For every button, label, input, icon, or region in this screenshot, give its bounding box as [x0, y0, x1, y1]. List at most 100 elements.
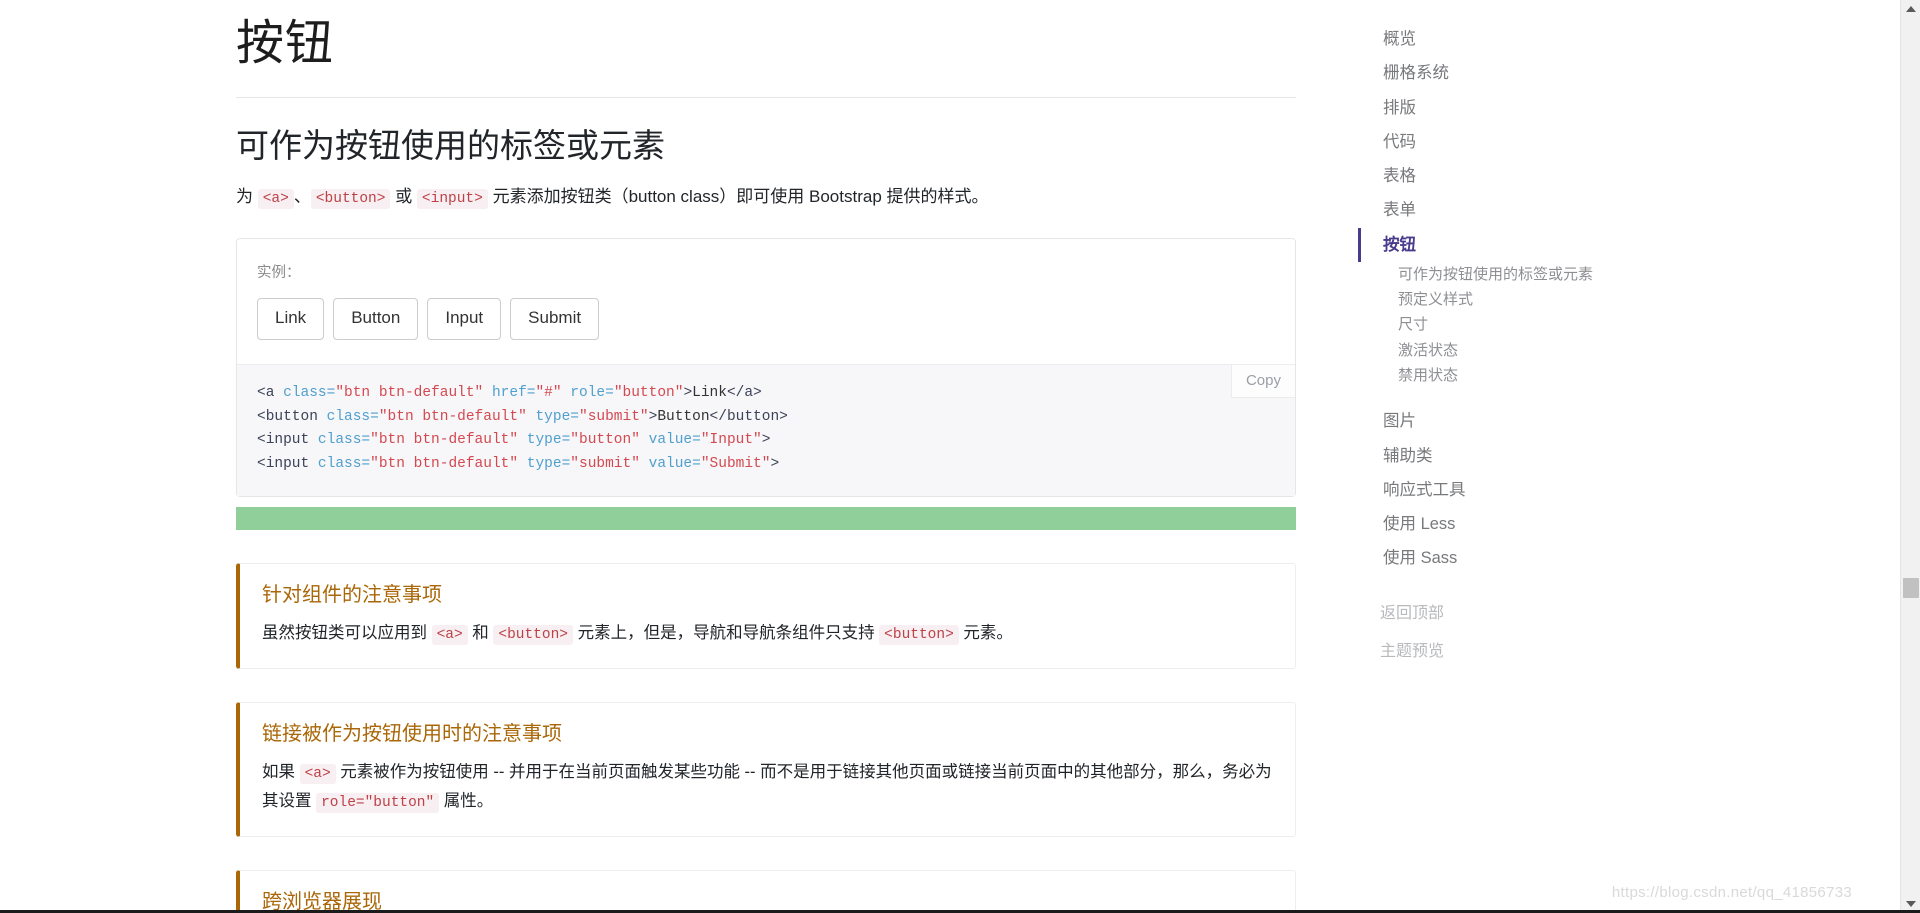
scrollbar-thumb[interactable]: [1903, 578, 1919, 598]
code-token-val: "submit": [570, 456, 648, 472]
code-token-val: "btn btn-default": [370, 456, 527, 472]
example-label: 实例：: [257, 261, 1275, 282]
nav-sub-list: 可作为按钮使用的标签或元素预定义样式尺寸激活状态禁用状态: [1358, 262, 1678, 388]
example-button-link[interactable]: Link: [257, 298, 324, 340]
nav-item-3[interactable]: 代码: [1358, 125, 1678, 159]
callout-text: 元素上，但是，导航和导航条组件只支持: [573, 624, 879, 642]
nav-item-2[interactable]: 排版: [1358, 91, 1678, 125]
nav-subitem-1[interactable]: 预定义样式: [1358, 287, 1678, 312]
code-token-attr: class=: [327, 409, 379, 425]
nav-item-1[interactable]: 栅格系统: [1358, 56, 1678, 90]
nav-primary-list: 概览栅格系统排版代码表格表单按钮: [1358, 22, 1678, 262]
nav-item-6[interactable]: 按钮: [1358, 228, 1678, 262]
code-token-tag: >: [683, 385, 692, 401]
code-token-tag: <button: [257, 409, 327, 425]
code-token-val: "submit": [579, 409, 649, 425]
example-button-row: LinkButtonInputSubmit: [257, 298, 1275, 340]
table-of-contents-nav: 概览栅格系统排版代码表格表单按钮 可作为按钮使用的标签或元素预定义样式尺寸激活状…: [1358, 22, 1678, 668]
callout-text: 和: [468, 624, 494, 642]
inline-code: role="button": [316, 793, 439, 813]
nav-item-after-2[interactable]: 响应式工具: [1358, 473, 1678, 507]
callout-text: 如果: [262, 763, 300, 781]
inline-code-input: <input>: [417, 189, 488, 209]
nav-footer-1[interactable]: 主题预览: [1358, 630, 1678, 668]
nav-spacer-2: [1358, 576, 1678, 592]
intro-sep-1: 、: [294, 187, 311, 206]
code-token-tag: <input: [257, 456, 318, 472]
code-token-tag: >: [762, 432, 771, 448]
code-line: <input class="btn btn-default" type="but…: [257, 432, 770, 448]
nav-item-after-4[interactable]: 使用 Sass: [1358, 541, 1678, 575]
code-token-val: "#": [535, 385, 570, 401]
example-button-submit[interactable]: Submit: [510, 298, 599, 340]
intro-text-after: 元素添加按钮类（button class）即可使用 Bootstrap 提供的样…: [488, 187, 989, 206]
documentation-page: 按钮 可作为按钮使用的标签或元素 为 <a>、<button> 或 <input…: [0, 0, 1920, 913]
inline-code: <button>: [879, 625, 959, 645]
nav-subitem-2[interactable]: 尺寸: [1358, 312, 1678, 337]
callout-body: 虽然按钮类可以应用到 <a> 和 <button> 元素上，但是，导航和导航条组…: [262, 619, 1273, 648]
watermark-text: https://blog.csdn.net/qq_41856733: [1612, 884, 1852, 901]
code-token-attr: type=: [527, 456, 571, 472]
code-token-val: "Input": [701, 432, 762, 448]
nav-subitem-0[interactable]: 可作为按钮使用的标签或元素: [1358, 262, 1678, 287]
nav-item-after-0[interactable]: 图片: [1358, 404, 1678, 438]
code-token-text: Button: [657, 409, 709, 425]
nav-spacer: [1358, 388, 1678, 404]
example-button-button[interactable]: Button: [333, 298, 418, 340]
green-highlight-bar: [236, 507, 1296, 530]
nav-footer-0[interactable]: 返回顶部: [1358, 592, 1678, 630]
nav-footer-list: 返回顶部主题预览: [1358, 592, 1678, 668]
callout-box: 跨浏览器展现我们总结的最佳实践是：强烈建议尽可能使用 <button> 元素来获…: [236, 870, 1296, 913]
scroll-up-arrow-icon[interactable]: [1901, 0, 1920, 18]
vertical-scrollbar[interactable]: [1900, 0, 1920, 913]
code-token-attr: class=: [318, 456, 370, 472]
code-line: <a class="btn btn-default" href="#" role…: [257, 385, 762, 401]
inline-code-button: <button>: [311, 189, 391, 209]
code-token-attr: value=: [649, 456, 701, 472]
code-token-text: Link: [692, 385, 727, 401]
code-token-tag: <input: [257, 432, 318, 448]
code-snippet: <a class="btn btn-default" href="#" role…: [257, 382, 1275, 476]
example-button-input[interactable]: Input: [427, 298, 501, 340]
code-token-attr: value=: [649, 432, 701, 448]
example-preview: 实例： LinkButtonInputSubmit: [237, 239, 1295, 364]
callout-text: 属性。: [439, 792, 493, 810]
page-title: 按钮: [236, 18, 1296, 98]
code-token-attr: href=: [492, 385, 536, 401]
nav-item-0[interactable]: 概览: [1358, 22, 1678, 56]
nav-item-4[interactable]: 表格: [1358, 159, 1678, 193]
copy-button[interactable]: Copy: [1231, 365, 1295, 398]
nav-subitem-3[interactable]: 激活状态: [1358, 338, 1678, 363]
intro-text-before: 为: [236, 187, 258, 206]
code-token-attr: class=: [318, 432, 370, 448]
code-token-tag: </a>: [727, 385, 762, 401]
nav-item-after-3[interactable]: 使用 Less: [1358, 507, 1678, 541]
nav-secondary-list: 图片辅助类响应式工具使用 Less使用 Sass: [1358, 404, 1678, 575]
code-block: Copy <a class="btn btn-default" href="#"…: [237, 364, 1295, 496]
nav-item-5[interactable]: 表单: [1358, 193, 1678, 227]
inline-code-anchor: <a>: [258, 189, 294, 209]
section-heading: 可作为按钮使用的标签或元素: [236, 126, 1296, 166]
callout-box: 针对组件的注意事项虽然按钮类可以应用到 <a> 和 <button> 元素上，但…: [236, 563, 1296, 669]
code-token-tag: </button>: [710, 409, 788, 425]
intro-sep-2: 或: [390, 187, 416, 206]
code-token-val: "button": [614, 385, 684, 401]
code-token-attr: type=: [535, 409, 579, 425]
nav-subitem-4[interactable]: 禁用状态: [1358, 363, 1678, 388]
code-token-val: "btn btn-default": [335, 385, 492, 401]
callout-title: 链接被作为按钮使用时的注意事项: [262, 721, 1273, 747]
callout-title: 针对组件的注意事项: [262, 582, 1273, 608]
code-token-val: "btn btn-default": [379, 409, 536, 425]
inline-code: <a>: [300, 764, 336, 784]
inline-code: <button>: [493, 625, 573, 645]
callout-text: 元素。: [959, 624, 1013, 642]
intro-paragraph: 为 <a>、<button> 或 <input> 元素添加按钮类（button …: [236, 183, 1296, 212]
inline-code: <a>: [432, 625, 468, 645]
code-token-attr: role=: [570, 385, 614, 401]
code-token-val: "Submit": [701, 456, 771, 472]
main-content: 按钮 可作为按钮使用的标签或元素 为 <a>、<button> 或 <input…: [236, 0, 1296, 913]
callout-body: 如果 <a> 元素被作为按钮使用 -- 并用于在当前页面触发某些功能 -- 而不…: [262, 758, 1273, 816]
nav-item-after-1[interactable]: 辅助类: [1358, 439, 1678, 473]
code-token-val: "button": [570, 432, 648, 448]
code-token-tag: <a: [257, 385, 283, 401]
